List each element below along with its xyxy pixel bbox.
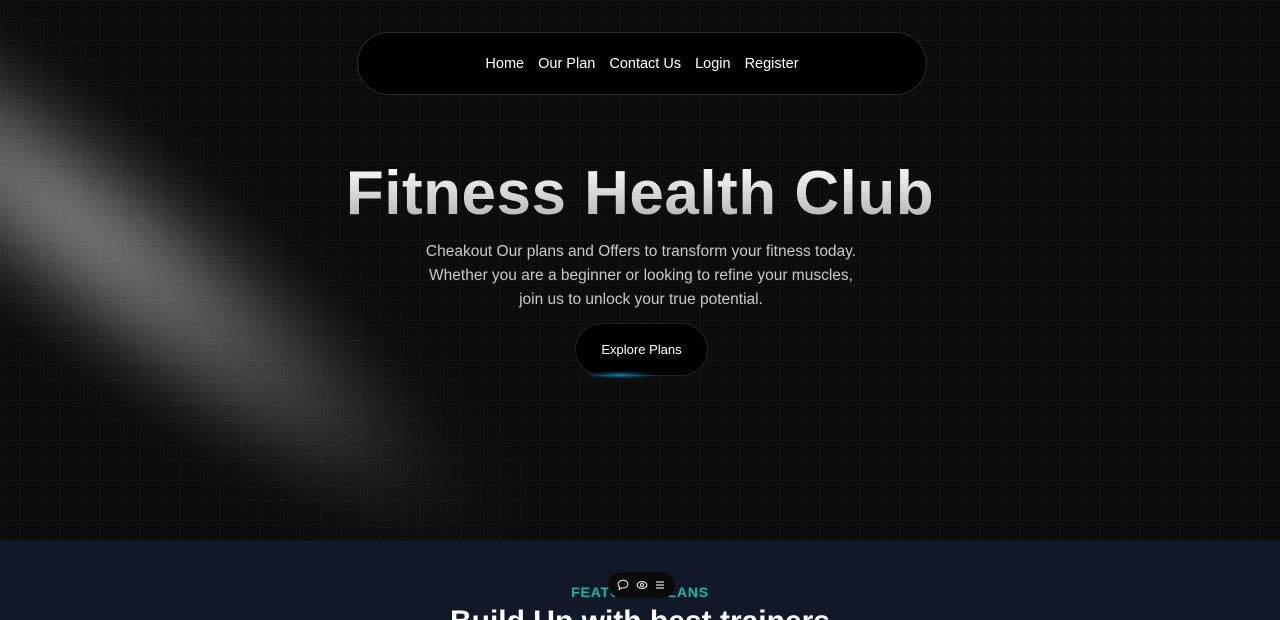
nav-link-login[interactable]: Login (688, 56, 737, 72)
spotlight-beam-soft (0, 56, 460, 541)
floating-toolbar (608, 572, 675, 598)
menu-icon[interactable] (652, 577, 668, 593)
nav-link-register[interactable]: Register (738, 56, 806, 72)
comment-icon[interactable] (615, 577, 631, 593)
nav-link-home[interactable]: Home (478, 56, 531, 72)
hero-section: Home Our Plan Contact Us Login Register … (0, 0, 1280, 541)
hero-subtitle: Cheakout Our plans and Offers to transfo… (425, 243, 857, 308)
button-glow (585, 373, 655, 377)
hero-title: Fitness Health Club (0, 158, 1280, 229)
nav-link-our-plan[interactable]: Our Plan (531, 56, 602, 72)
page: Home Our Plan Contact Us Login Register … (0, 0, 1280, 620)
featured-heading: Build Up with best trainers (0, 605, 1280, 620)
top-navigation: Home Our Plan Contact Us Login Register (357, 32, 927, 95)
nav-link-contact-us[interactable]: Contact Us (602, 56, 688, 72)
explore-plans-button[interactable]: Explore Plans (575, 323, 708, 376)
eye-icon[interactable] (634, 577, 650, 593)
